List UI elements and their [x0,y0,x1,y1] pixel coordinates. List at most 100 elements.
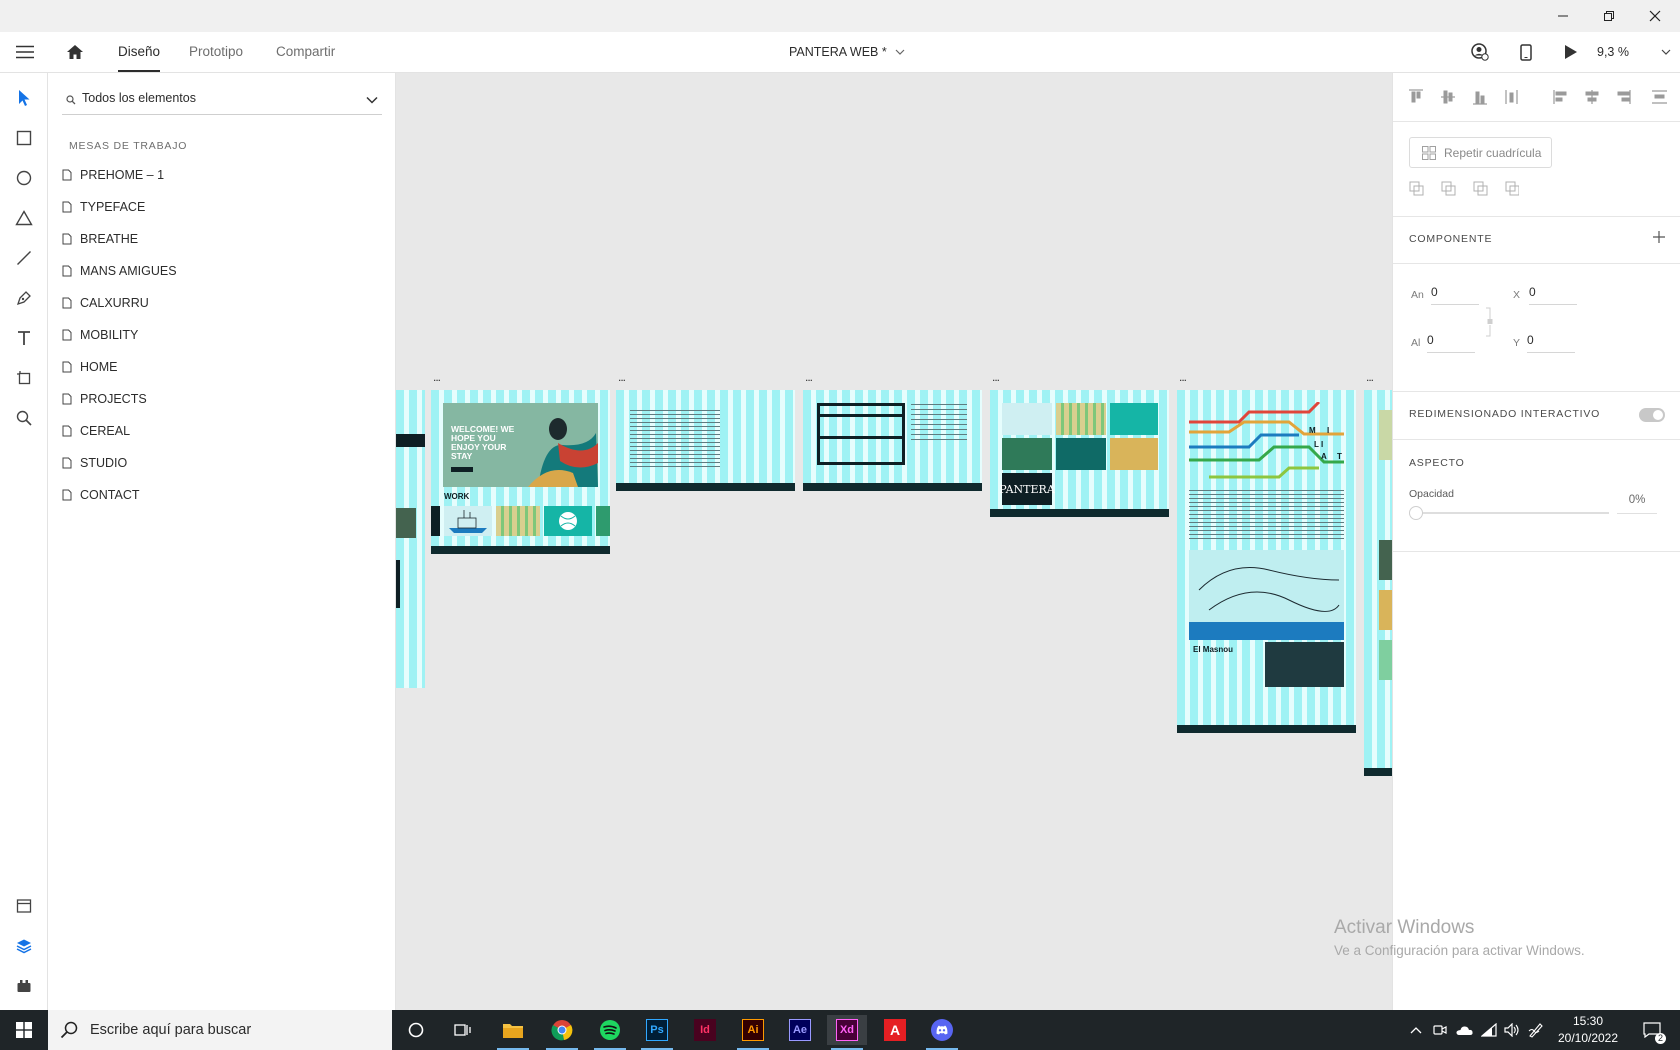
artboard-partial-right[interactable] [1364,390,1392,776]
artboard-tool[interactable] [10,364,38,392]
artboard-menu[interactable]: ... [618,370,626,384]
taskbar-adobe-xd[interactable]: Xd [827,1015,867,1050]
action-center-button[interactable]: 2 [1640,1020,1666,1044]
layers-search[interactable]: Todos los elementos [62,87,382,115]
pen-workspace-tray[interactable] [1526,1020,1546,1040]
artboard-mobility[interactable]: M I L I A T El Masnou [1177,390,1356,733]
artboard-list-label: CALXURRU [80,296,149,310]
chevron-down-icon[interactable] [366,96,378,104]
taskbar-indesign[interactable]: Id [685,1015,725,1045]
height-field[interactable]: 0 [1427,333,1475,353]
artboard-menu[interactable]: ... [805,370,813,384]
rectangle-tool[interactable] [10,124,38,152]
tab-prototype[interactable]: Prototipo [189,32,243,72]
ellipse-tool[interactable] [10,164,38,192]
text-tool[interactable] [10,324,38,352]
y-field[interactable]: 0 [1527,333,1575,353]
artboard-menu[interactable]: ... [1179,370,1187,384]
taskbar-file-explorer[interactable] [493,1015,533,1050]
layers-button[interactable] [10,932,38,960]
component-title: COMPONENTE [1409,233,1493,245]
artboard-contact[interactable] [803,390,982,491]
cortana-button[interactable] [396,1015,436,1045]
artboard-dark-block [396,560,400,608]
artboard-menu[interactable]: ... [433,370,441,384]
artboard-list-item[interactable]: PROJECTS [62,385,382,413]
onedrive-tray[interactable] [1454,1020,1474,1040]
hamburger-menu-button[interactable] [12,40,38,64]
taskbar-autocad[interactable]: A [875,1015,915,1045]
artboard-menu[interactable]: ... [1366,370,1374,384]
network-tray[interactable] [1479,1020,1499,1040]
minimize-button[interactable] [1540,0,1586,32]
project-thumb [1056,403,1106,435]
polygon-tool[interactable] [10,204,38,232]
taskbar-search[interactable]: Escribe aquí para buscar [48,1010,392,1050]
hero-headline: WELCOME! WE HOPE YOU ENJOY YOUR STAY [451,424,515,461]
repeat-grid-button[interactable]: Repetir cuadrícula [1409,137,1552,168]
artboard-list-item[interactable]: STUDIO [62,449,382,477]
opacity-slider[interactable] [1409,506,1609,520]
ellipse-icon [16,170,32,186]
text-block [630,410,720,470]
line-icon [17,251,31,265]
boolean-ops-icons[interactable] [1409,181,1519,197]
pen-tool[interactable] [10,284,38,312]
start-button[interactable] [0,1010,48,1050]
taskbar-after-effects[interactable]: Ae [780,1015,820,1045]
taskbar-search-input[interactable]: Escribe aquí para buscar [90,1022,251,1038]
taskbar-photoshop[interactable]: Ps [637,1015,677,1050]
artboard-list-item[interactable]: CONTACT [62,481,382,509]
play-preview-button[interactable] [1559,40,1583,64]
design-canvas[interactable]: ... WELCOME! WE HOPE YOU ENJOY YOUR STAY… [396,73,1392,1010]
artboard-list-item[interactable]: HOME [62,353,382,381]
volume-tray[interactable] [1502,1020,1522,1040]
opacity-field[interactable]: 0% [1617,494,1657,514]
document-assets-button[interactable] [10,892,38,920]
artboard-menu[interactable]: ... [992,370,1000,384]
taskbar-discord[interactable] [922,1015,962,1050]
search-input[interactable]: Todos los elementos [82,91,196,105]
artboard-partial-left[interactable] [396,390,425,688]
tab-design[interactable]: Diseño [118,32,161,72]
taskbar-spotify[interactable] [590,1015,630,1050]
artboard-list-item[interactable]: MANS AMIGUES [62,257,382,285]
artboard-list-item[interactable]: MOBILITY [62,321,382,349]
x-field[interactable]: 0 [1529,285,1577,305]
home-button[interactable] [62,40,88,64]
artboard-list-item[interactable]: CALXURRU [62,289,382,317]
add-component-icon[interactable] [1653,231,1665,243]
select-tool[interactable] [10,84,38,112]
artboard-text-page[interactable] [616,390,795,491]
task-view-button[interactable] [443,1015,483,1045]
document-title[interactable]: PANTERA WEB * [789,32,905,72]
artboard-list-item[interactable]: PREHOME – 1 [62,161,382,189]
magnifier-icon [16,410,32,426]
taskbar-illustrator[interactable]: Ai [733,1015,773,1050]
restore-button[interactable] [1586,0,1632,32]
artboard-list-label: CEREAL [80,424,131,438]
tab-share[interactable]: Compartir [276,32,335,72]
artboard-list-item[interactable]: TYPEFACE [62,193,382,221]
illustrator-icon: Ai [742,1019,764,1041]
device-preview-button[interactable] [1514,40,1538,64]
responsive-resize-toggle[interactable] [1639,408,1665,422]
zoom-tool[interactable] [10,404,38,432]
lock-aspect-icon[interactable] [1485,306,1495,338]
plugins-button[interactable] [10,972,38,1000]
invite-user-button[interactable] [1468,40,1492,64]
artboard-projects[interactable]: PANTERA [990,390,1169,517]
width-field[interactable]: 0 [1431,285,1479,305]
slider-thumb[interactable] [1409,506,1423,520]
line-tool[interactable] [10,244,38,272]
artboard-list-item[interactable]: BREATHE [62,225,382,253]
show-hidden-icons[interactable] [1406,1020,1426,1040]
illustrated-figure-image [528,418,598,487]
artboard-home[interactable]: WELCOME! WE HOPE YOU ENJOY YOUR STAY WOR… [431,390,610,554]
meet-now-tray[interactable] [1430,1020,1450,1040]
zoom-select[interactable]: 9,3 % [1597,32,1671,72]
close-button[interactable] [1632,0,1678,32]
artboard-list-item[interactable]: CEREAL [62,417,382,445]
taskbar-clock[interactable]: 15:30 20/10/2022 [1548,1013,1628,1047]
taskbar-chrome[interactable] [542,1015,582,1050]
